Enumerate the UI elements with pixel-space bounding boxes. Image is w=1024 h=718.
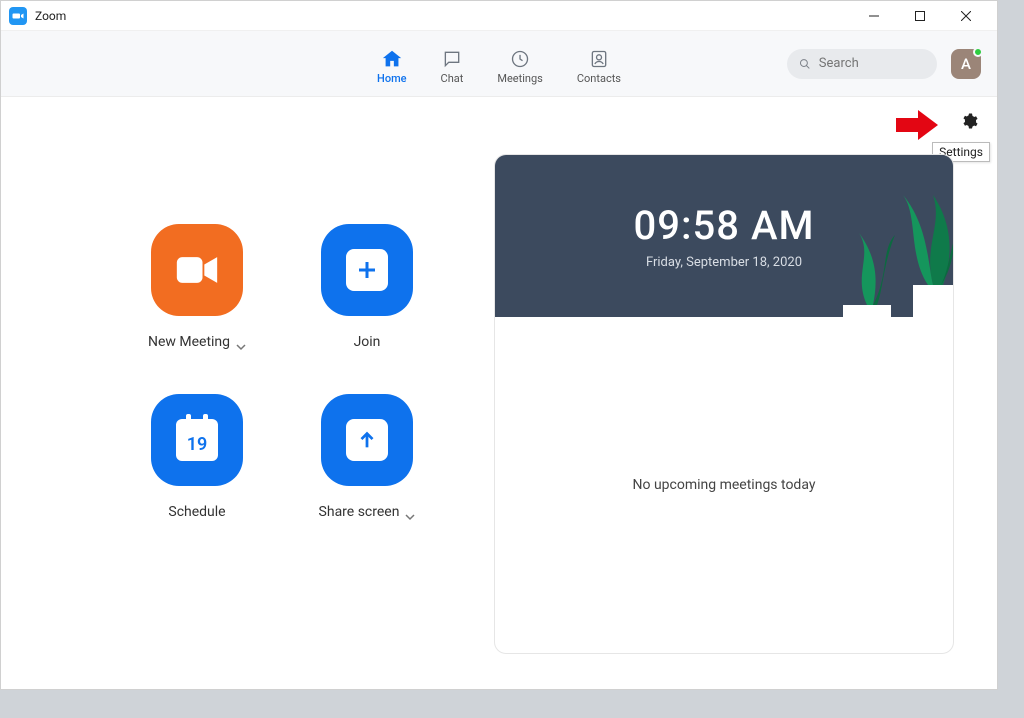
tab-home[interactable]: Home (377, 42, 407, 85)
tile-schedule: 19 Schedule (112, 394, 282, 564)
chevron-down-icon[interactable] (236, 337, 246, 347)
join-button[interactable] (321, 224, 413, 316)
share-screen-label: Share screen (319, 504, 400, 520)
profile-avatar[interactable]: A (951, 49, 981, 79)
maximize-button[interactable] (897, 1, 943, 31)
tab-home-label: Home (377, 72, 407, 85)
video-icon (175, 255, 219, 285)
no-meetings-text: No upcoming meetings today (633, 477, 816, 493)
tab-meetings-label: Meetings (497, 72, 542, 85)
tab-meetings[interactable]: Meetings (497, 42, 542, 85)
calendar-day-number: 19 (187, 434, 208, 455)
share-screen-button[interactable] (321, 394, 413, 486)
chat-icon (441, 48, 463, 70)
home-icon (381, 48, 403, 70)
tab-chat[interactable]: Chat (441, 42, 464, 85)
tile-share-screen: Share screen (282, 394, 452, 564)
window-title: Zoom (35, 9, 66, 23)
app-window: Zoom Home Chat Meet (0, 0, 998, 690)
upcoming-meetings-area: No upcoming meetings today (495, 317, 953, 653)
search-box[interactable] (787, 49, 937, 79)
avatar-initial: A (961, 55, 971, 73)
schedule-label: Schedule (168, 504, 225, 520)
decorative-plant (833, 155, 953, 317)
tile-new-meeting: New Meeting (112, 224, 282, 394)
presence-indicator (973, 47, 983, 57)
schedule-button[interactable]: 19 (151, 394, 243, 486)
new-meeting-button[interactable] (151, 224, 243, 316)
close-button[interactable] (943, 1, 989, 31)
join-label: Join (354, 334, 381, 350)
clock-icon (509, 48, 531, 70)
search-icon (799, 57, 811, 71)
app-icon (9, 7, 27, 25)
main-toolbar: Home Chat Meetings Contacts (1, 31, 997, 97)
annotation-arrow (896, 110, 938, 144)
desktop-background-right (998, 0, 1024, 718)
gear-icon (960, 112, 978, 130)
clock-date: Friday, September 18, 2020 (646, 255, 802, 270)
content-area: Settings New Meeting (2, 98, 996, 688)
plus-icon (346, 249, 388, 291)
chevron-down-icon[interactable] (405, 507, 415, 517)
tab-contacts-label: Contacts (577, 72, 621, 85)
desktop-background-bottom (0, 690, 1024, 718)
settings-button[interactable] (954, 106, 984, 136)
title-bar: Zoom (1, 1, 997, 31)
arrow-up-icon (346, 419, 388, 461)
clock-time: 09:58 AM (634, 202, 815, 249)
minimize-button[interactable] (851, 1, 897, 31)
nav-tabs: Home Chat Meetings Contacts (377, 42, 621, 85)
contacts-icon (588, 48, 610, 70)
tab-contacts[interactable]: Contacts (577, 42, 621, 85)
clock-banner: 09:58 AM Friday, September 18, 2020 (495, 155, 953, 317)
calendar-icon: 19 (176, 419, 218, 461)
tab-chat-label: Chat (441, 72, 464, 85)
new-meeting-label: New Meeting (148, 334, 230, 350)
calendar-panel: 09:58 AM Friday, September 18, 2020 No u… (494, 154, 954, 654)
action-tiles: New Meeting Join 19 (112, 224, 452, 564)
search-input[interactable] (819, 56, 925, 71)
tile-join: Join (282, 224, 452, 394)
